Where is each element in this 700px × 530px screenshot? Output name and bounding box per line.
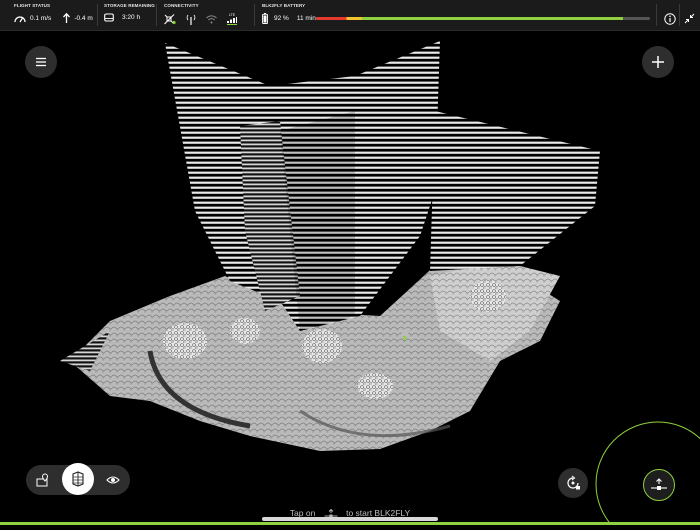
eye-icon [106,475,120,485]
rotate-lock-button[interactable] [558,468,588,498]
divider [679,4,680,26]
antenna-icon [186,14,196,25]
divider [156,4,157,26]
home-indicator[interactable] [262,517,438,521]
satellite-off-icon [164,13,176,25]
hamburger-menu-icon [35,57,47,67]
battery-icon [262,13,268,24]
altitude-value: -0.4 m [74,14,93,22]
map-marker-tool-button[interactable] [28,465,58,495]
divider [656,4,657,26]
menu-button[interactable] [25,46,57,78]
drone-icon [650,478,668,492]
rotate-lock-icon [565,475,581,491]
battery-group: BLK2FLY BATTERY 92 % 11 min [262,3,316,24]
speedometer-icon [14,14,26,23]
connectivity-title: CONNECTIVITY [164,3,199,8]
battery-percent: 92 % [274,15,289,22]
pointcloud-view-button[interactable] [62,463,94,495]
add-button[interactable] [642,46,674,78]
battery-level-fill [316,17,624,20]
divider [254,4,255,26]
flight-status-group: FLIGHT STATUS 0.1 m/s -0.4 m [14,3,93,23]
altitude-arrow-icon [63,13,71,23]
visibility-button[interactable] [98,465,128,495]
plus-icon [651,55,665,69]
storage-drive-icon [104,13,114,22]
map-marker-icon [36,473,50,487]
start-drone-button[interactable] [643,469,675,501]
view-tools-bar [26,463,130,495]
battery-time: 11 min [296,15,316,22]
battery-title: BLK2FLY BATTERY [262,3,306,8]
flight-status-title: FLIGHT STATUS [14,3,51,8]
status-bar: FLIGHT STATUS 0.1 m/s -0.4 m STORAGE REM… [0,0,700,31]
storage-group: STORAGE REMAINING 3:20 h [104,3,155,22]
collapse-arrows-icon[interactable] [684,13,695,24]
divider [97,4,98,26]
wifi-icon [206,14,217,24]
lte-signal-icon: LTE [227,13,237,25]
speed-value: 0.1 m/s [30,14,52,22]
storage-value: 3:20 h [122,14,141,21]
pointcloud-layers-icon [71,471,85,487]
storage-title: STORAGE REMAINING [104,3,155,8]
info-icon[interactable] [664,13,676,25]
battery-level-bar [316,17,650,20]
connectivity-group: CONNECTIVITY LTE [164,3,237,25]
